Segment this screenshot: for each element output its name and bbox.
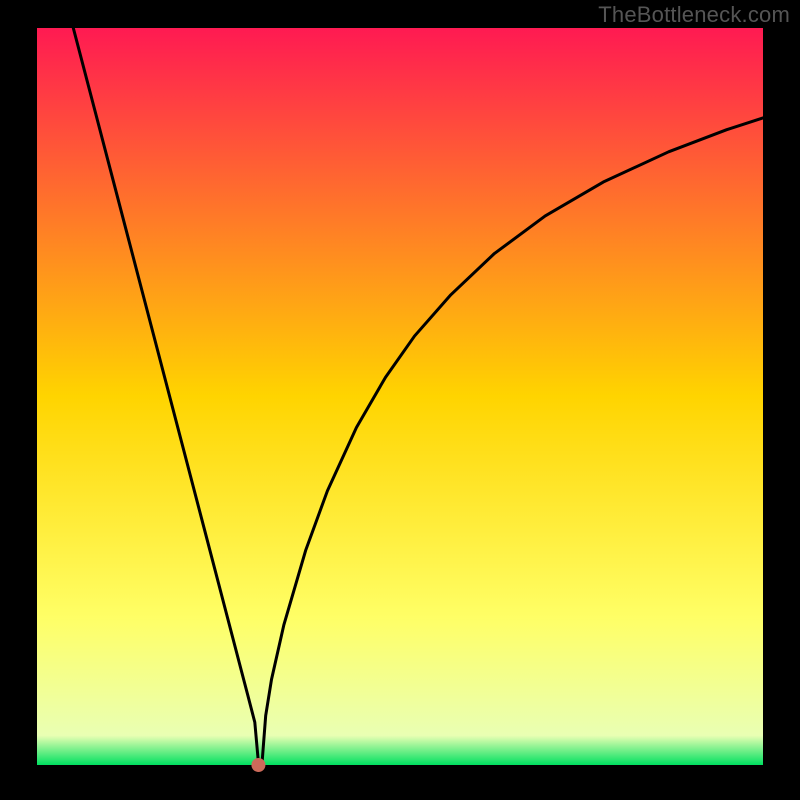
watermark-text: TheBottleneck.com [598, 2, 790, 28]
marker-dot [251, 758, 265, 772]
chart-svg [0, 0, 800, 800]
chart-frame: TheBottleneck.com [0, 0, 800, 800]
plot-background [37, 28, 763, 765]
